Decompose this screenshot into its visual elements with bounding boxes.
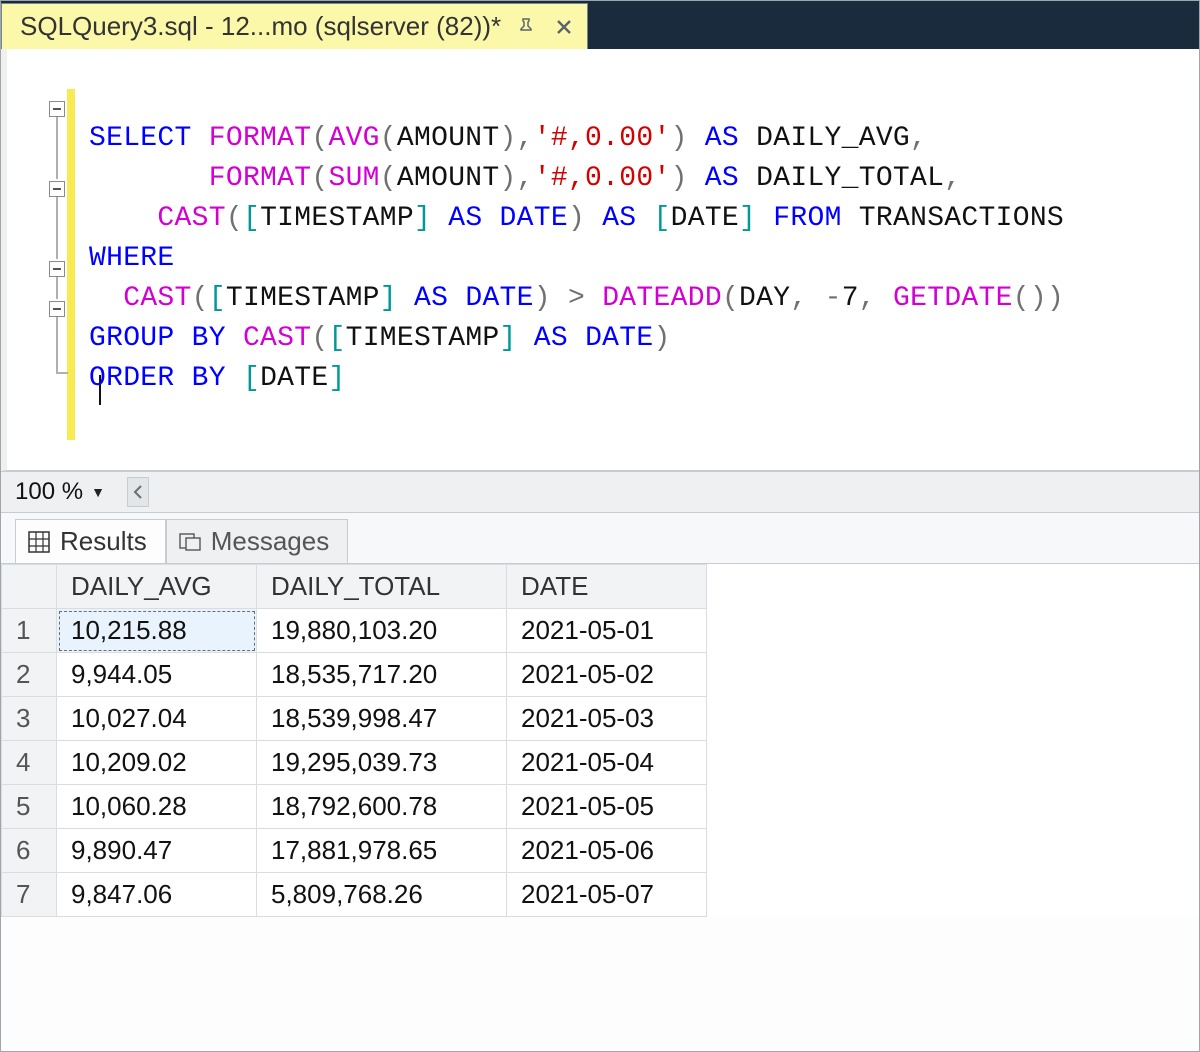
zoom-dropdown[interactable]: 100 % ▼ (7, 476, 113, 508)
sql-code-text[interactable]: SELECT FORMAT(AVG(AMOUNT),'#,0.00') AS D… (89, 119, 1064, 399)
cell-date[interactable]: 2021-05-05 (507, 785, 707, 829)
cell-daily-avg[interactable]: 9,944.05 (57, 653, 257, 697)
cell-daily-total[interactable]: 18,535,717.20 (257, 653, 507, 697)
messages-icon (179, 531, 201, 553)
cell-daily-total[interactable]: 19,880,103.20 (257, 609, 507, 653)
tab-results-label: Results (60, 526, 147, 557)
fold-toggle-icon[interactable] (49, 101, 65, 117)
fold-toggle-icon[interactable] (49, 261, 65, 277)
editor-zoom-bar: 100 % ▼ (1, 471, 1199, 513)
change-marker (67, 89, 75, 440)
cell-daily-total[interactable]: 18,792,600.78 (257, 785, 507, 829)
results-grid[interactable]: DAILY_AVG DAILY_TOTAL DATE 110,215.8819,… (1, 564, 707, 917)
document-tab-bar: SQLQuery3.sql - 12...mo (sqlserver (82))… (1, 1, 1199, 49)
table-row[interactable]: 29,944.0518,535,717.202021-05-02 (2, 653, 707, 697)
tab-messages[interactable]: Messages (166, 519, 349, 563)
row-header[interactable]: 7 (2, 873, 57, 917)
cell-daily-avg[interactable]: 10,060.28 (57, 785, 257, 829)
fold-end (56, 372, 68, 374)
fold-guide (56, 277, 58, 299)
document-tab[interactable]: SQLQuery3.sql - 12...mo (sqlserver (82))… (1, 3, 588, 49)
cell-daily-avg[interactable]: 9,890.47 (57, 829, 257, 873)
cell-daily-avg[interactable]: 10,215.88 (57, 609, 257, 653)
row-header[interactable]: 2 (2, 653, 57, 697)
fold-guide (56, 317, 58, 372)
table-row[interactable]: 310,027.0418,539,998.472021-05-03 (2, 697, 707, 741)
hscroll-left-button[interactable] (127, 477, 149, 507)
column-header[interactable]: DAILY_AVG (57, 565, 257, 609)
cell-date[interactable]: 2021-05-04 (507, 741, 707, 785)
table-row[interactable]: 69,890.4717,881,978.652021-05-06 (2, 829, 707, 873)
cell-daily-total[interactable]: 5,809,768.26 (257, 873, 507, 917)
cell-date[interactable]: 2021-05-03 (507, 697, 707, 741)
tab-results[interactable]: Results (15, 519, 166, 563)
close-icon[interactable] (551, 14, 577, 40)
fold-guide (56, 117, 58, 179)
cell-daily-avg[interactable]: 10,209.02 (57, 741, 257, 785)
sql-editor[interactable]: SELECT FORMAT(AVG(AMOUNT),'#,0.00') AS D… (1, 49, 1199, 471)
table-row[interactable]: 510,060.2818,792,600.782021-05-05 (2, 785, 707, 829)
row-header[interactable]: 3 (2, 697, 57, 741)
results-header-row: DAILY_AVG DAILY_TOTAL DATE (2, 565, 707, 609)
cell-daily-avg[interactable]: 9,847.06 (57, 873, 257, 917)
document-tab-title: SQLQuery3.sql - 12...mo (sqlserver (82))… (20, 11, 501, 42)
cell-daily-avg[interactable]: 10,027.04 (57, 697, 257, 741)
cell-daily-total[interactable]: 18,539,998.47 (257, 697, 507, 741)
column-header[interactable]: DATE (507, 565, 707, 609)
cell-date[interactable]: 2021-05-01 (507, 609, 707, 653)
row-header[interactable]: 5 (2, 785, 57, 829)
results-grid-panel: DAILY_AVG DAILY_TOTAL DATE 110,215.8819,… (1, 563, 1199, 917)
fold-toggle-icon[interactable] (49, 181, 65, 197)
cell-date[interactable]: 2021-05-07 (507, 873, 707, 917)
row-header[interactable]: 4 (2, 741, 57, 785)
column-header[interactable]: DAILY_TOTAL (257, 565, 507, 609)
fold-guide (56, 197, 58, 259)
grid-corner[interactable] (2, 565, 57, 609)
results-tab-bar: Results Messages (1, 513, 1199, 563)
row-header[interactable]: 1 (2, 609, 57, 653)
editor-gutter (7, 49, 81, 470)
pin-icon[interactable] (513, 14, 539, 40)
cell-date[interactable]: 2021-05-02 (507, 653, 707, 697)
table-row[interactable]: 410,209.0219,295,039.732021-05-04 (2, 741, 707, 785)
tab-messages-label: Messages (211, 526, 330, 557)
cell-daily-total[interactable]: 17,881,978.65 (257, 829, 507, 873)
cell-daily-total[interactable]: 19,295,039.73 (257, 741, 507, 785)
grid-icon (28, 531, 50, 553)
cell-date[interactable]: 2021-05-06 (507, 829, 707, 873)
table-row[interactable]: 79,847.065,809,768.262021-05-07 (2, 873, 707, 917)
table-row[interactable]: 110,215.8819,880,103.202021-05-01 (2, 609, 707, 653)
chevron-down-icon: ▼ (91, 484, 105, 500)
row-header[interactable]: 6 (2, 829, 57, 873)
fold-toggle-icon[interactable] (49, 301, 65, 317)
zoom-value: 100 % (15, 478, 83, 506)
